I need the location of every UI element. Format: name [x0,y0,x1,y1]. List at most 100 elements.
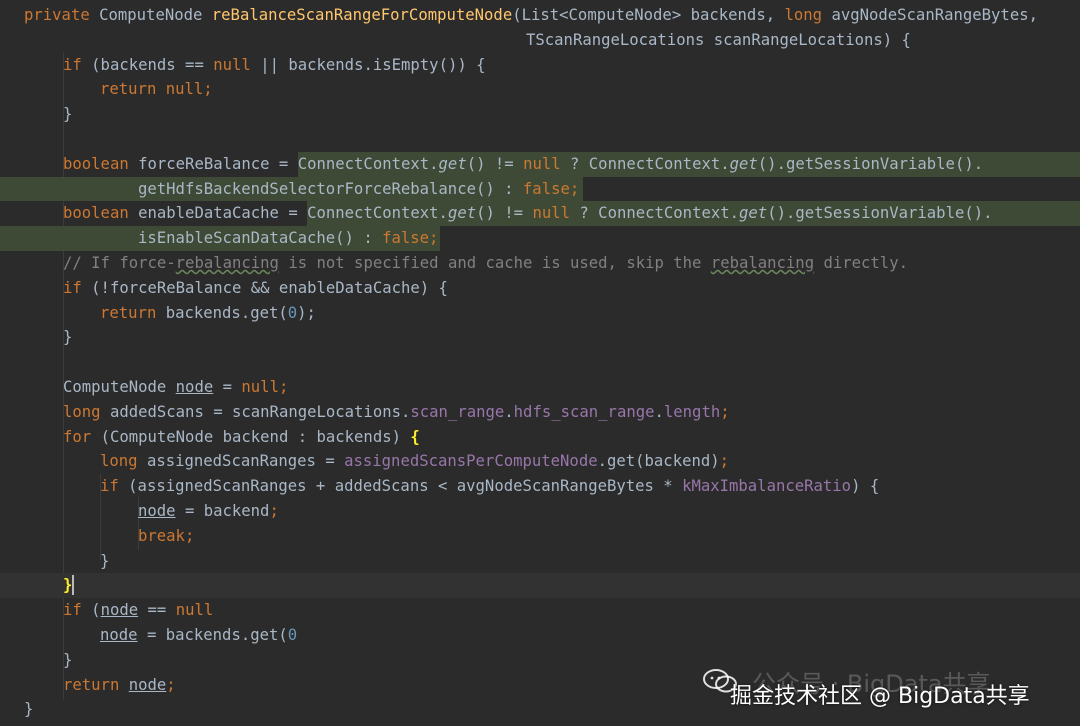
code-token: = [213,378,242,396]
code-token: long [100,452,147,471]
code-line[interactable]: return backends.get(0); [0,301,1080,326]
code-token: ; [166,675,176,694]
code-token: if [63,278,92,297]
code-text: node = backends.get(0 [100,623,297,648]
code-text: } [100,549,109,574]
code-line[interactable]: getHdfsBackendSelectorForceRebalance() :… [0,176,1080,202]
code-token: == [138,601,176,620]
code-line[interactable]: if (backends == null || backends.isEmpty… [0,53,1080,78]
code-line[interactable]: boolean enableDataCache = ConnectContext… [0,201,1080,227]
code-token: backends.get( [165,303,288,322]
code-token: node [100,601,139,620]
code-line[interactable]: for (ComputeNode backend : backends) { [0,425,1080,450]
code-token: null [523,154,571,173]
code-token: forceReBalance = [138,154,298,173]
code-line[interactable]: break; [0,524,1080,549]
code-token: . [654,402,664,421]
code-token: = backend [175,502,270,520]
code-token: ? ConnectContext. [579,204,740,223]
code-line[interactable]: return null; [0,77,1080,102]
code-token: } [100,551,110,570]
code-line[interactable]: } [0,325,1080,350]
code-line[interactable]: node = backends.get(0 [0,623,1080,648]
code-token: get [739,204,768,223]
code-line[interactable]: boolean forceReBalance = ConnectContext.… [0,151,1080,177]
code-token: } [63,328,73,347]
code-token: break; [138,526,195,545]
code-token: hdfs_scan_range [513,402,655,421]
code-line[interactable]: long addedScans = scanRangeLocations.sca… [0,400,1080,425]
code-token: (assignedScanRanges + addedScans < avgNo… [128,477,683,496]
code-token: ); [297,303,326,322]
code-line[interactable]: if (node == null [0,598,1080,623]
code-token: ; [719,452,730,471]
code-text: } [63,648,72,673]
code-token: node [138,502,176,520]
code-token: kMaxImbalanceRatio [682,477,852,496]
code-token: ().getSessionVariable(). [767,204,993,223]
code-token: return [63,675,129,694]
code-token: scan_range [410,402,505,421]
code-token: if [63,601,92,620]
code-editor[interactable]: private ComputeNode reBalanceScanRangeFo… [0,0,1080,726]
code-token: length [663,402,721,421]
code-line[interactable]: } [0,573,1080,599]
code-text: return node; [63,673,176,698]
code-line[interactable] [0,127,1080,152]
code-token: private [24,6,100,24]
code-text: return null; [100,77,213,102]
code-token: () != [476,204,533,223]
code-text: node = backend; [138,499,279,524]
code-token: false; [522,179,580,198]
code-text: boolean forceReBalance = ConnectContext.… [63,152,983,177]
code-token: return [100,303,166,322]
code-token: null; [241,378,289,396]
watermark: 公众号 · BigData共享 掘金技术社区 @ BigData共享 [700,664,1070,714]
code-text: } [24,697,33,722]
code-token: node [100,626,138,644]
code-token: isEnableScanDataCache() : [138,229,383,248]
code-token: addedScans = scanRangeLocations. [109,402,411,421]
code-line[interactable]: // If force-rebalancing is not specified… [0,251,1080,276]
code-token: ConnectContext. [307,204,448,223]
code-token: avgNodeScanRangeBytes, [831,6,1038,24]
code-line[interactable]: if (assignedScanRanges + addedScans < av… [0,474,1080,499]
code-text: boolean enableDataCache = ConnectContext… [63,201,993,226]
code-line[interactable]: TScanRangeLocations scanRangeLocations) … [0,28,1080,53]
code-text: long assignedScanRanges = assignedScansP… [100,449,729,474]
code-line[interactable]: } [0,102,1080,127]
code-token: long [63,402,110,421]
code-token: 0 [287,303,298,322]
code-token: .get(backend) [597,452,720,471]
code-token: ().getSessionVariable(). [757,154,984,173]
code-token: (!forceReBalance && enableDataCache) { [91,278,448,297]
code-token: . [504,402,514,421]
code-line[interactable]: ComputeNode node = null; [0,375,1080,400]
code-token: getHdfsBackendSelectorForceRebalance() : [138,179,523,198]
code-token: } [63,650,73,669]
code-token: for [63,427,101,446]
code-line[interactable]: private ComputeNode reBalanceScanRangeFo… [0,3,1080,28]
code-token: assignedScansPerComputeNode [344,452,598,471]
code-token: rebalancing [175,254,279,272]
code-token: ( [91,601,101,620]
code-text: if (assignedScanRanges + addedScans < av… [100,474,879,499]
code-token: ? ConnectContext. [570,154,730,173]
code-token: null [213,55,261,74]
code-line[interactable]: node = backend; [0,499,1080,524]
code-line[interactable]: } [0,549,1080,574]
code-text: private ComputeNode reBalanceScanRangeFo… [24,3,1038,28]
code-line[interactable]: isEnableScanDataCache() : false; [0,226,1080,251]
code-token: return null [100,80,204,99]
code-line[interactable] [0,350,1080,375]
code-token: } [24,700,34,719]
code-token: } [63,576,73,595]
code-token: || backends.isEmpty()) { [260,55,486,74]
code-text: } [63,573,72,598]
code-line[interactable]: if (!forceReBalance && enableDataCache) … [0,276,1080,301]
code-token: false; [382,229,439,248]
code-token: () != [466,154,524,173]
code-token: if [100,477,129,496]
code-line[interactable]: long assignedScanRanges = assignedScansP… [0,449,1080,474]
code-text: } [63,325,72,350]
